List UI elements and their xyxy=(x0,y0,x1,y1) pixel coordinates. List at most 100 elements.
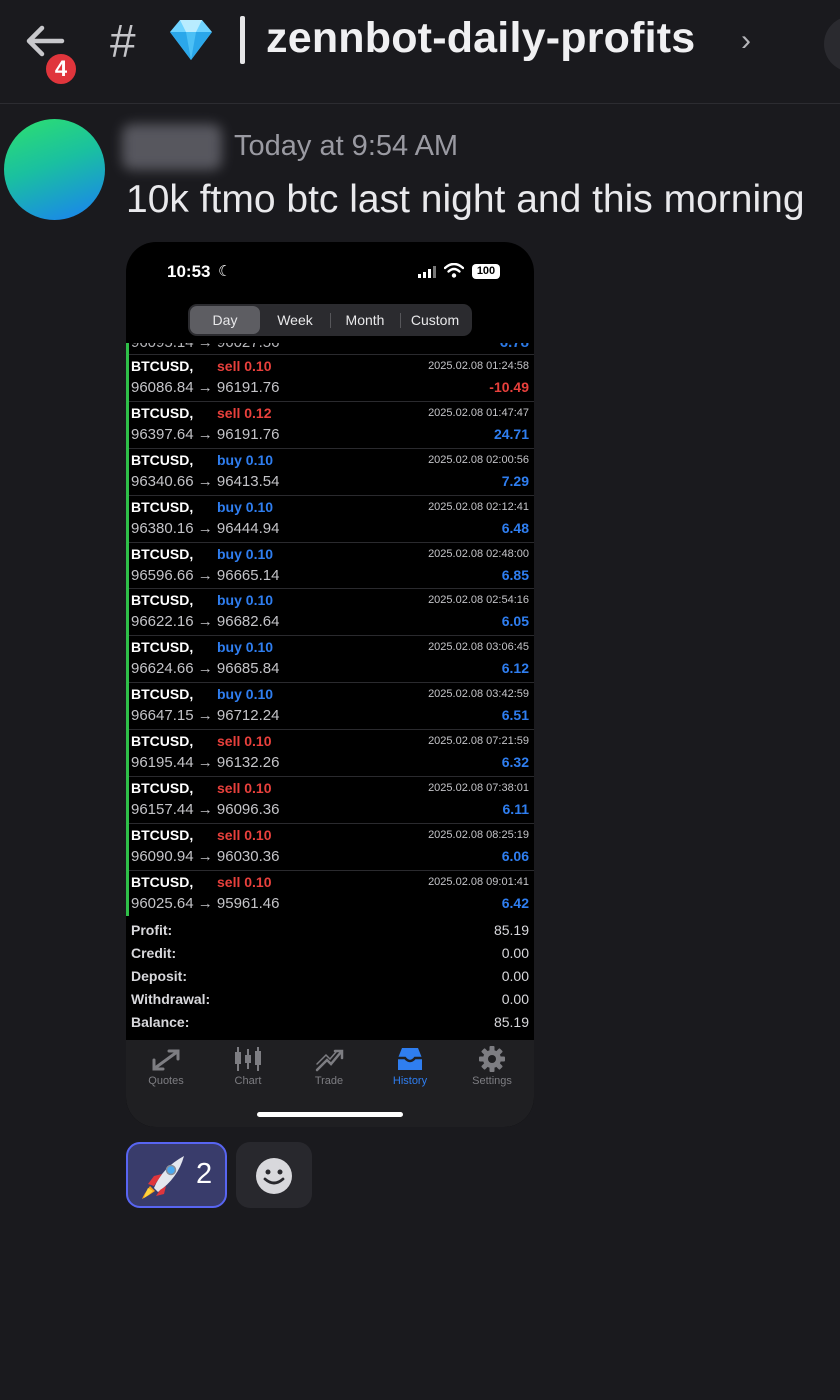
channel-hash-icon: # xyxy=(110,15,136,67)
trade-row[interactable]: BTCUSD, buy 0.10 96624.66 → 96685.84 2025.0… xyxy=(129,636,534,684)
username-blurred[interactable] xyxy=(122,124,222,170)
trade-profit: 6.05 xyxy=(501,613,529,630)
home-indicator xyxy=(257,1112,403,1117)
trade-symbol: BTCUSD, xyxy=(131,780,194,797)
tab-trade[interactable]: Trade xyxy=(294,1046,364,1087)
summary-label: Profit: xyxy=(131,922,173,938)
summary-label: Withdrawal: xyxy=(131,991,211,1007)
summary-row: Balance: 85.19 xyxy=(131,1012,529,1035)
trade-profit: 6.42 xyxy=(501,894,529,911)
trade-symbol: BTCUSD, xyxy=(131,592,194,609)
tab-settings[interactable]: Settings xyxy=(457,1046,527,1087)
summary-value: 0.00 xyxy=(501,968,529,984)
avatar[interactable] xyxy=(4,119,105,220)
trade-symbol: BTCUSD, xyxy=(131,545,194,562)
bottom-tab-bar: Quotes Chart Trade History Settings xyxy=(126,1040,534,1127)
summary-value: 85.19 xyxy=(493,1014,529,1030)
trade-profit: 6.06 xyxy=(501,847,529,864)
trade-date: 2025.02.08 02:48:00 xyxy=(428,547,529,560)
trade-price: 96340.66 → 96413.54 xyxy=(131,472,280,490)
trade-row[interactable]: BTCUSD, buy 0.10 96596.66 → 96665.14 2025.0… xyxy=(129,543,534,590)
tab-chart-label: Chart xyxy=(234,1075,262,1087)
summary-row: Withdrawal: 0.00 xyxy=(131,989,529,1012)
trade-row[interactable]: BTCUSD, sell 0.10 96157.44 → 96096.36 2025.… xyxy=(129,777,534,824)
trade-row[interactable]: BTCUSD, sell 0.10 96090.94 → 96030.36 2025.… xyxy=(129,824,534,871)
tab-history[interactable]: History xyxy=(375,1046,445,1087)
trade-date: 2025.02.08 09:01:41 xyxy=(428,875,529,888)
summary-row: Credit: 0.00 xyxy=(131,943,529,966)
segment-month[interactable]: Month xyxy=(330,306,400,334)
rocket-reaction-button[interactable]: 2 xyxy=(126,1142,227,1208)
message-timestamp: Today at 9:54 AM xyxy=(234,130,459,162)
trade-date: 2025.02.08 02:54:16 xyxy=(428,594,529,607)
summary-value: 0.00 xyxy=(501,945,529,961)
tab-history-label: History xyxy=(392,1075,428,1087)
trade-price: 96624.66 → 96685.84 xyxy=(131,660,280,678)
trade-price: 96380.16 → 96444.94 xyxy=(131,519,280,537)
trade-date: 2025.02.08 01:24:58 xyxy=(428,360,529,372)
trade-profit: 6.85 xyxy=(501,566,529,583)
header-action-button[interactable] xyxy=(824,16,840,72)
gem-icon xyxy=(170,20,212,60)
trade-date: 2025.02.08 07:21:59 xyxy=(428,735,529,748)
trade-date: 2025.02.08 02:00:56 xyxy=(428,453,529,466)
trade-profit: 7.29 xyxy=(501,472,529,489)
trade-price: 96195.44 → 96132.26 xyxy=(131,754,280,772)
trade-direction: sell 0.12 xyxy=(217,404,272,421)
add-reaction-button[interactable] xyxy=(236,1142,312,1208)
trade-profit: 6.11 xyxy=(502,801,529,818)
summary-row: Deposit: 0.00 xyxy=(131,966,529,989)
summary-value: 85.19 xyxy=(493,922,529,938)
tab-quotes[interactable]: Quotes xyxy=(131,1046,201,1087)
trade-price: 96086.84 → 96191.76 xyxy=(131,379,280,396)
trade-row[interactable]: BTCUSD, buy 0.10 96622.16 → 96682.64 2025.0… xyxy=(129,589,534,637)
message-text: 10k ftmo btc last night and this morning xyxy=(126,178,805,221)
trade-price: 96596.66 → 96665.14 xyxy=(131,566,280,584)
trade-price: 96397.64 → 96191.76 xyxy=(131,425,280,443)
summary-label: Credit: xyxy=(131,945,177,961)
segment-custom[interactable]: Custom xyxy=(400,306,470,334)
trade-direction: sell 0.10 xyxy=(217,733,272,750)
trade-symbol: BTCUSD, xyxy=(131,404,194,421)
signal-icon xyxy=(418,266,436,278)
trade-direction: buy 0.10 xyxy=(217,686,274,703)
trade-row[interactable]: BTCUSD, sell 0.10 96025.64 → 95961.46 2025.… xyxy=(129,871,534,916)
chart-icon xyxy=(235,1047,261,1071)
moon-icon: ☾ xyxy=(218,263,232,280)
trade-symbol: BTCUSD, xyxy=(131,451,194,468)
trade-direction: buy 0.10 xyxy=(217,639,274,656)
segment-day[interactable]: Day xyxy=(190,306,260,334)
tab-chart[interactable]: Chart xyxy=(213,1046,283,1087)
trade-icon xyxy=(315,1049,344,1072)
trade-row[interactable]: BTCUSD, sell 0.10 96195.44 → 96132.26 2025.… xyxy=(129,730,534,778)
trade-profit: 6.32 xyxy=(501,754,529,771)
trade-profit: 24.71 xyxy=(493,425,529,442)
status-time: 10:53 xyxy=(167,262,211,281)
trade-row[interactable]: BTCUSD, buy 0.10 96647.15 → 96712.24 2025.0… xyxy=(129,683,534,731)
battery-indicator: 100 xyxy=(472,264,500,279)
rocket-reaction-count: 2 xyxy=(196,1158,213,1190)
trade-date: 2025.02.08 01:47:47 xyxy=(428,406,529,419)
trade-symbol: BTCUSD, xyxy=(131,686,194,703)
trade-symbol: BTCUSD, xyxy=(131,826,194,843)
channel-name[interactable]: zennbot-daily-profits xyxy=(266,14,695,63)
segment-week[interactable]: Week xyxy=(260,306,330,334)
trade-row[interactable]: BTCUSD, buy 0.10 96340.66 → 96413.54 2025.0… xyxy=(129,449,534,496)
trade-symbol: BTCUSD, xyxy=(131,358,194,374)
trade-row[interactable]: BTCUSD, sell 0.12 96397.64 → 96191.76 2025.… xyxy=(129,402,534,449)
trade-direction: sell 0.10 xyxy=(217,780,272,797)
image-attachment[interactable]: 10:53 ☾ 100 Day Week Month Custom 96095.… xyxy=(126,242,534,1127)
rocket-icon xyxy=(142,1156,184,1199)
chevron-right-icon[interactable]: › xyxy=(741,24,751,58)
trade-date: 2025.02.08 08:25:19 xyxy=(428,828,529,841)
quotes-icon xyxy=(152,1049,180,1071)
tab-trade-label: Trade xyxy=(314,1075,344,1087)
trade-row[interactable]: BTCUSD, sell 0.10 96086.84 → 96191.76 2025.… xyxy=(129,355,534,402)
trade-direction: sell 0.10 xyxy=(217,873,272,890)
trade-date: 2025.02.08 03:06:45 xyxy=(428,641,529,654)
period-segmented-control: Day Week Month Custom xyxy=(188,304,472,336)
trade-row[interactable]: BTCUSD, buy 0.10 96380.16 → 96444.94 2025.0… xyxy=(129,496,534,543)
channel-header: 4 # zennbot-daily-profits › xyxy=(0,0,840,104)
tab-quotes-label: Quotes xyxy=(148,1075,184,1087)
unread-badge: 4 xyxy=(43,51,79,87)
